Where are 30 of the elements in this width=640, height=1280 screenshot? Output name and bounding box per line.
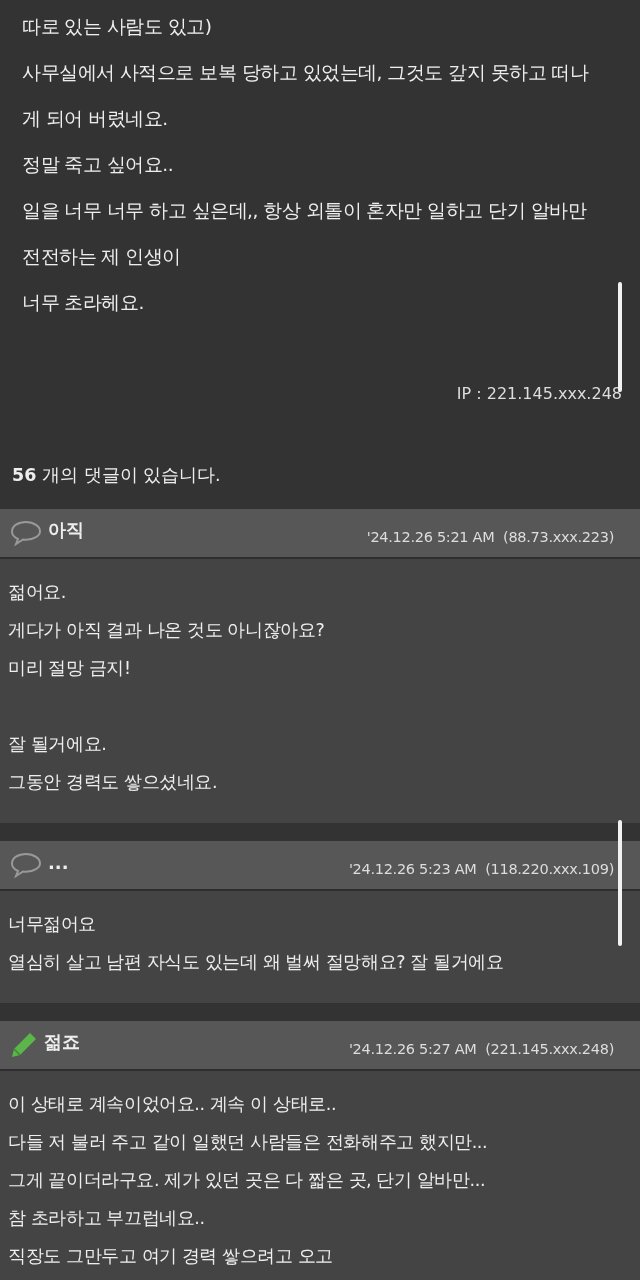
comment-text-line: 잘 될거에요. — [8, 733, 108, 756]
comment-author: ... — [48, 851, 70, 873]
post-text-line: 따로 있는 사람도 있고) — [22, 15, 213, 39]
post-text-line: 전전하는 제 인생이 — [22, 245, 182, 269]
post-text-line: 게 되어 버렸네요. — [22, 107, 169, 131]
comment-text-line: 그동안 경력도 쌓으셨네요. — [8, 771, 219, 794]
comment-date: '24.12.26 5:27 AM (221.145.xxx.248) — [348, 1041, 614, 1057]
comment-text-line: 다들 저 불러 주고 같이 일했던 사람들은 전화해주고 했지만... — [8, 1131, 489, 1154]
post-text-line: 일을 너무 너무 하고 싶은데,, 항상 외톨이 혼자만 일하고 단기 알바만 — [22, 199, 588, 223]
comment-author: 젊죠 — [44, 1030, 81, 1054]
comment-date: '24.12.26 5:21 AM (88.73.xxx.223) — [366, 529, 614, 545]
comment-text-line: 미리 절망 금지! — [8, 657, 132, 680]
post-text-line: 정말 죽고 싶어요.. — [22, 153, 175, 177]
comment-text-line: 게다가 아직 결과 나온 것도 아니잖아요? — [8, 619, 326, 642]
comment-count: 56 개의 댓글이 있습니다. — [11, 464, 222, 487]
comment-text-line: 젊어요. — [8, 581, 67, 604]
post-text-line: 너무 초라헤요. — [22, 291, 145, 315]
speech-bubble-icon — [10, 852, 42, 878]
comment-text-line: 참 초라하고 부끄럽네요.. — [8, 1207, 206, 1230]
comment-date: '24.12.26 5:23 AM (118.220.xxx.109) — [348, 861, 614, 877]
comment-text-line: 너무젊어요 — [8, 913, 97, 936]
speech-bubble-icon — [10, 520, 42, 546]
post-text-line: 사무실에서 사적으로 보복 당하고 있었는데, 그것도 갚지 못하고 떠나 — [22, 61, 590, 85]
comment-text-line: 그게 끝이더라구요. 제가 있던 곳은 다 짧은 곳, 단기 알바만... — [8, 1169, 487, 1192]
comment-author: 아직 — [48, 518, 85, 542]
comment-text-line: 직장도 그만두고 여기 경력 쌓으려고 오고 — [8, 1245, 334, 1268]
comment-text-line: 열심히 살고 남편 자식도 있는데 왜 벌써 절망해요? 잘 될거에요 — [8, 951, 505, 974]
post-ip: IP : 221.145.xxx.248 — [455, 384, 622, 403]
comment-text-line: 이 상태로 계속이었어요.. 계속 이 상태로.. — [8, 1093, 338, 1116]
pencil-icon — [10, 1031, 38, 1059]
